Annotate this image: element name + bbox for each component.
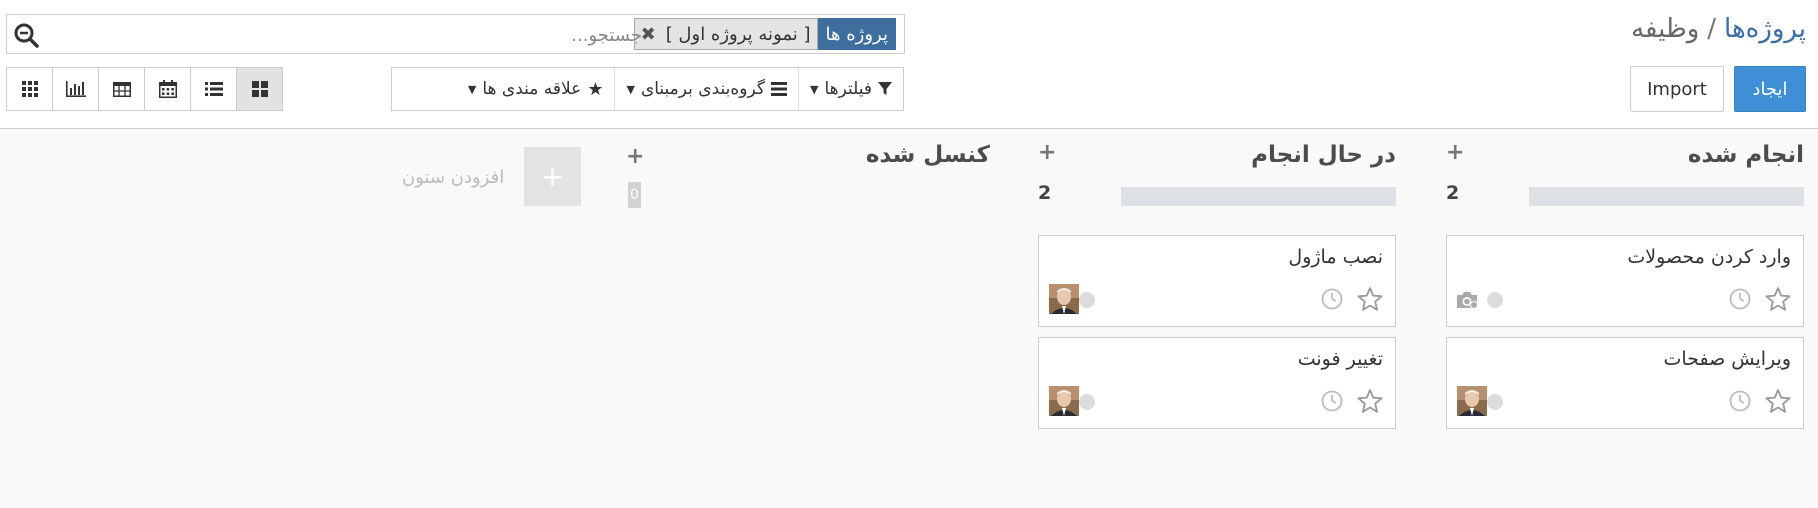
star-icon: ★	[587, 78, 604, 100]
clock-icon[interactable]	[1729, 288, 1751, 310]
quick-create-icon[interactable]: +	[626, 144, 644, 169]
search-facet-category: پروژه ها	[817, 18, 896, 50]
star-outline-icon[interactable]	[1765, 286, 1791, 312]
table-icon	[112, 81, 131, 97]
bar-chart-icon	[65, 81, 86, 97]
breadcrumb-parent-link[interactable]: پروژه‌ها	[1724, 14, 1806, 44]
add-column-label[interactable]: افزودن ستون	[402, 167, 504, 188]
list-view-button[interactable]	[191, 68, 237, 110]
column-title[interactable]: انجام شده	[1688, 142, 1804, 168]
search-input[interactable]	[440, 21, 644, 49]
kanban-view-button[interactable]	[237, 68, 282, 110]
favorites-dropdown[interactable]: ★ علاقه مندی ها ▼	[457, 68, 615, 110]
clock-icon[interactable]	[1321, 288, 1343, 310]
activity-view-button[interactable]	[7, 68, 53, 110]
th-large-icon	[251, 81, 268, 97]
column-count: 2	[1446, 182, 1460, 204]
card-title: ویرایش صفحات	[1663, 348, 1791, 370]
chevron-down-icon: ▼	[467, 82, 477, 96]
group-by-dropdown[interactable]: گروه‌بندی برمبنای ▼	[614, 68, 798, 110]
column-title[interactable]: کنسل شده	[866, 142, 990, 168]
quick-create-icon[interactable]: +	[1038, 140, 1056, 165]
quick-create-icon[interactable]: +	[1446, 140, 1464, 165]
column-progress-bar[interactable]	[1121, 187, 1396, 206]
favorites-label: علاقه مندی ها	[482, 79, 582, 99]
search-facet[interactable]: پروژه ها [ نمونه پروژه اول ] ✖	[633, 18, 896, 50]
column-count: 0	[628, 182, 641, 208]
create-button[interactable]: ایجاد	[1734, 66, 1806, 112]
breadcrumb-separator: /	[1707, 14, 1717, 44]
clock-icon[interactable]	[1729, 390, 1751, 412]
chevron-down-icon: ▼	[626, 82, 635, 96]
search-icon[interactable]	[13, 22, 39, 48]
pivot-view-button[interactable]	[99, 68, 145, 110]
avatar[interactable]	[1049, 386, 1079, 416]
kanban-state-dot[interactable]	[1487, 292, 1503, 308]
breadcrumb-current: وظیفه	[1631, 14, 1700, 44]
control-panel: پروژه‌ها/وظیفه ایجاد Import پروژه ها [ ن…	[0, 0, 1818, 129]
column-count: 2	[1038, 182, 1052, 204]
kanban-card[interactable]: تغییر فونت	[1038, 337, 1396, 429]
search-facet-value-box: [ نمونه پروژه اول ] ✖	[633, 18, 818, 50]
filters-dropdown[interactable]: فیلترها ▼	[797, 68, 903, 110]
avatar[interactable]	[1049, 284, 1079, 314]
column-progress-bar[interactable]	[1529, 187, 1804, 206]
calendar-icon	[158, 80, 177, 98]
kanban-card[interactable]: وارد کردن محصولات	[1446, 235, 1804, 327]
kanban-card[interactable]: نصب ماژول	[1038, 235, 1396, 327]
kanban-state-dot[interactable]	[1079, 394, 1095, 410]
star-outline-icon[interactable]	[1357, 388, 1383, 414]
kanban-state-dot[interactable]	[1079, 292, 1095, 308]
star-outline-icon[interactable]	[1765, 388, 1791, 414]
add-column-button[interactable]: +	[524, 147, 581, 206]
search-bar: پروژه ها [ نمونه پروژه اول ] ✖	[6, 14, 905, 54]
chevron-down-icon: ▼	[809, 82, 819, 96]
card-title: وارد کردن محصولات	[1627, 246, 1791, 268]
search-options: فیلترها ▼ گروه‌بندی برمبنای ▼ ★ علاقه من…	[391, 67, 904, 111]
search-facet-value: [ نمونه پروژه اول ]	[665, 23, 811, 45]
card-title: نصب ماژول	[1288, 246, 1383, 268]
view-switcher	[6, 67, 283, 111]
breadcrumb: پروژه‌ها/وظیفه	[1631, 14, 1806, 44]
group-by-label: گروه‌بندی برمبنای	[640, 79, 765, 99]
kanban-state-dot[interactable]	[1487, 394, 1503, 410]
graph-view-button[interactable]	[53, 68, 99, 110]
import-button[interactable]: Import	[1630, 66, 1724, 112]
bars-icon	[770, 82, 787, 96]
column-title[interactable]: در حال انجام	[1251, 142, 1396, 168]
kanban-card[interactable]: ویرایش صفحات	[1446, 337, 1804, 429]
list-icon	[204, 82, 223, 96]
filters-label: فیلترها	[824, 79, 872, 99]
filter-icon	[878, 82, 892, 95]
card-title: تغییر فونت	[1297, 348, 1383, 370]
kanban-column: انجام شده + 2 وارد کردن محصولات ویرایش ص…	[1446, 140, 1804, 500]
camera-icon[interactable]	[1455, 290, 1479, 310]
clock-icon[interactable]	[1321, 390, 1343, 412]
th-icon	[21, 81, 38, 97]
avatar[interactable]	[1457, 386, 1487, 416]
star-outline-icon[interactable]	[1357, 286, 1383, 312]
calendar-view-button[interactable]	[145, 68, 191, 110]
kanban-column: در حال انجام + 2 نصب ماژول تغییر فونت	[1038, 140, 1396, 500]
